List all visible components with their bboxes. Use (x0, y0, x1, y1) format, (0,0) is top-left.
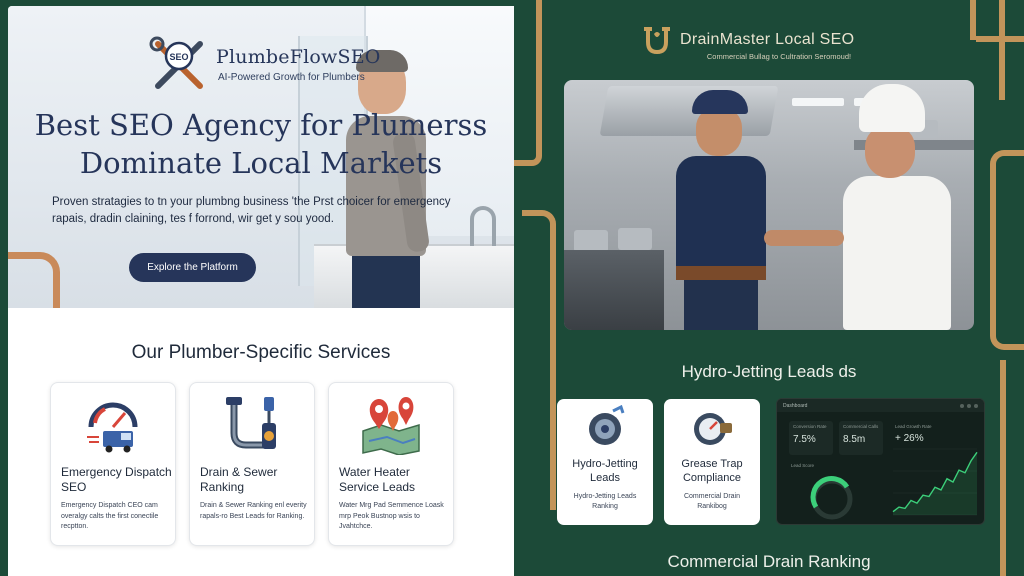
explore-platform-button[interactable]: Explore the Platform (129, 253, 256, 282)
service-description: Emergency Dispatch CEO cam overalgy calt… (61, 502, 159, 530)
dashboard-header: Dashboard (777, 399, 984, 412)
drain-pipe-icon (220, 393, 284, 455)
plumber-figure (664, 90, 784, 330)
service-title: Drain & Sewer Ranking (200, 465, 278, 494)
hero-section: SEO PlumbeFlowSEO AI-Powered Growth for … (8, 6, 514, 308)
brand-header[interactable]: SEO PlumbeFlowSEO AI-Powered Growth for … (148, 36, 381, 92)
service-card-water-heater[interactable]: Water Heater Service Leads Water Mrg Pad… (328, 382, 454, 546)
copper-pipe (514, 150, 542, 166)
wrench-logo-icon: SEO (148, 36, 210, 92)
drainmaster-brand[interactable]: DrainMaster Local SEO (642, 26, 854, 54)
kpi-commercial-calls: Commercial Calls 8.5m (839, 421, 883, 455)
lead-growth-chart: Lead Growth Rate + 26% (891, 421, 979, 519)
service-description: Drain & Sewer Ranking enl everity rapals… (200, 502, 307, 520)
map-pins-icon (359, 393, 423, 456)
growth-label: Lead Growth Rate (895, 424, 932, 429)
copper-pipe (8, 252, 60, 308)
kpi-label: Commercial Calls (843, 424, 879, 429)
plumbeflow-panel: SEO PlumbeFlowSEO AI-Powered Growth for … (8, 6, 514, 576)
service-description: Water Mrg Pad Semmence Loask mrp Peok Bu… (339, 502, 444, 530)
hose-reel-icon (583, 404, 627, 451)
hero-subtitle: Proven stratagies to tn your plumbng bus… (52, 196, 451, 225)
copper-pipe (522, 210, 556, 510)
copper-pipe (999, 0, 1005, 100)
copper-pipe (970, 0, 976, 40)
window-controls-icon[interactable] (960, 403, 978, 408)
feature-description: Hydro-Jetting Leads Ranking (573, 493, 637, 510)
emergency-van-gauge-icon (81, 393, 145, 455)
service-card-emergency-dispatch[interactable]: Emergency Dispatch SEO Emergency Dispatc… (50, 382, 176, 546)
feature-card-hydro-jetting[interactable]: Hydro-Jetting Leads Hydro-Jetting Leads … (557, 399, 653, 525)
chef-figure (829, 80, 969, 330)
copper-pipe (514, 0, 542, 150)
service-title: Emergency Dispatch SEO (61, 465, 172, 494)
handshake-photo (564, 80, 974, 330)
service-card-drain-sewer[interactable]: Drain & Sewer Ranking Drain & Sewer Rank… (189, 382, 315, 546)
copper-pipe (1000, 360, 1006, 576)
feature-title: Hydro-Jetting Leads (572, 458, 638, 484)
kpi-conversion: Conversion Rate 7.5% (789, 421, 833, 455)
service-title: Water Heater Service Leads (339, 465, 416, 494)
faucet-icon (470, 206, 496, 246)
hero-title: Best SEO Agency for Plumerss Dominate Lo… (8, 106, 514, 182)
services-heading: Our Plumber-Specific Services (131, 342, 391, 363)
hero-title-line1: Best SEO Agency for Plumerss (34, 108, 488, 142)
handshake (764, 230, 844, 246)
brand-tagline: AI-Powered Growth for Plumbers (218, 71, 365, 83)
hydro-jetting-heading: Hydro-Jetting Leads ds (681, 362, 857, 381)
gauge-label: Lead Score (791, 463, 815, 468)
kpi-value: 8.5m (843, 434, 866, 445)
grease-trap-gauge-icon (690, 405, 734, 451)
growth-line-svg (892, 448, 978, 516)
kpi-label: Conversion Rate (793, 424, 827, 429)
lead-score-gauge (807, 473, 857, 521)
logo-text: SEO (169, 52, 188, 62)
growth-value: + 26% (895, 433, 924, 444)
drainmaster-tagline: Commercial Bullag to Cultration Seromoud… (706, 52, 852, 61)
chart-area (893, 452, 977, 515)
u-trap-pipe-icon (644, 27, 670, 54)
brand-name: PlumbeFlowSEO (216, 45, 381, 68)
feature-description: Commercial Drain Rankibog (683, 493, 740, 510)
kpi-value: 7.5% (793, 434, 816, 445)
copper-pipe (990, 150, 1024, 350)
drainmaster-panel: DrainMaster Local SEO Commercial Bullag … (514, 0, 1024, 576)
hero-title-line2: Dominate Local Markets (79, 146, 443, 180)
drainmaster-brand-name: DrainMaster Local SEO (680, 31, 855, 48)
feature-card-grease-trap[interactable]: Grease Trap Compliance Commercial Drain … (664, 399, 760, 525)
dashboard-title: Dashboard (783, 402, 808, 409)
commercial-drain-heading: Commercial Drain Ranking (667, 552, 871, 571)
feature-title: Grease Trap Compliance (681, 458, 743, 484)
analytics-dashboard[interactable]: Dashboard Conversion Rate 7.5% Commercia… (776, 398, 985, 525)
